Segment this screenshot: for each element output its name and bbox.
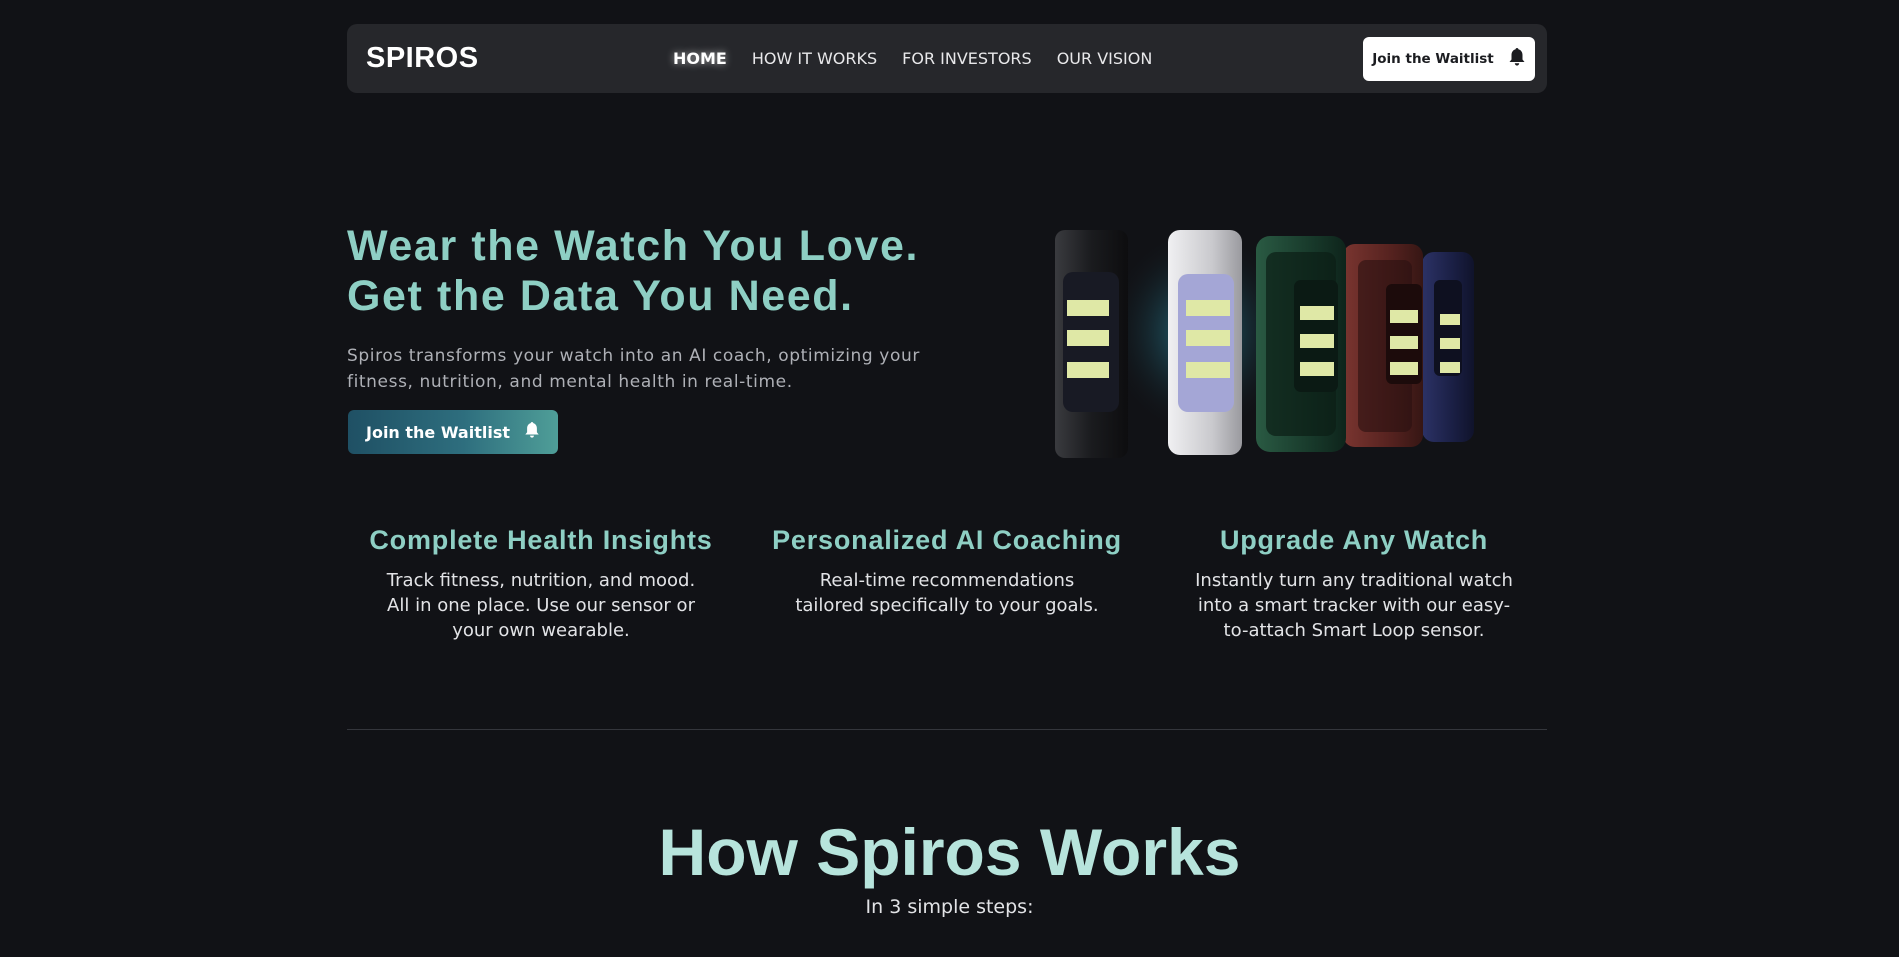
hero-subtitle: Spiros transforms your watch into an AI … xyxy=(347,346,920,392)
feature-text: Real-time recommendations tailored speci… xyxy=(795,570,1099,616)
feature-personalized-ai-coaching: Personalized AI Coaching Real-time recom… xyxy=(767,525,1127,618)
feature-text: Instantly turn any traditional watch int… xyxy=(1195,570,1513,641)
sensor-red xyxy=(1343,244,1423,447)
how-it-works-title: How Spiros Works xyxy=(658,815,1241,889)
section-divider xyxy=(347,729,1547,730)
join-waitlist-nav-button[interactable]: Join the Waitlist xyxy=(1363,36,1535,81)
sensor-green xyxy=(1256,236,1346,452)
join-waitlist-hero-button[interactable]: Join the Waitlist xyxy=(348,410,558,454)
hero-title-line-2: Get the Data You Need. xyxy=(347,272,854,320)
feature-title: Complete Health Insights xyxy=(369,525,713,555)
feature-title: Personalized AI Coaching xyxy=(772,525,1122,555)
hero-title: Wear the Watch You Love. Get the Data Yo… xyxy=(347,221,967,321)
sensor-white xyxy=(1168,230,1242,455)
feature-upgrade-any-watch: Upgrade Any Watch Instantly turn any tra… xyxy=(1174,525,1534,643)
nav-links: HOME HOW IT WORKS FOR INVESTORS OUR VISI… xyxy=(673,24,1152,93)
smart-loop-sensors-image xyxy=(1050,222,1500,462)
bell-icon xyxy=(1508,47,1526,71)
feature-complete-health-insights: Complete Health Insights Track fitness, … xyxy=(361,525,721,643)
hero-title-line-1: Wear the Watch You Love. xyxy=(347,222,920,270)
how-it-works-subtitle: In 3 simple steps: xyxy=(865,896,1034,918)
join-waitlist-hero-label: Join the Waitlist xyxy=(366,422,510,442)
bell-icon xyxy=(524,421,540,443)
sensor-black xyxy=(1055,230,1128,458)
top-navbar: SPIROS HOME HOW IT WORKS FOR INVESTORS O… xyxy=(347,24,1547,93)
sensor-navy xyxy=(1422,252,1474,442)
nav-link-home[interactable]: HOME xyxy=(673,49,727,68)
logo[interactable]: SPIROS xyxy=(366,42,479,75)
nav-link-for-investors[interactable]: FOR INVESTORS xyxy=(902,49,1032,68)
nav-link-how-it-works[interactable]: HOW IT WORKS xyxy=(752,49,877,68)
nav-link-our-vision[interactable]: OUR VISION xyxy=(1057,49,1153,68)
join-waitlist-nav-label: Join the Waitlist xyxy=(1372,50,1494,67)
feature-title: Upgrade Any Watch xyxy=(1219,525,1489,555)
feature-text: Track fitness, nutrition, and mood. All … xyxy=(386,570,696,641)
